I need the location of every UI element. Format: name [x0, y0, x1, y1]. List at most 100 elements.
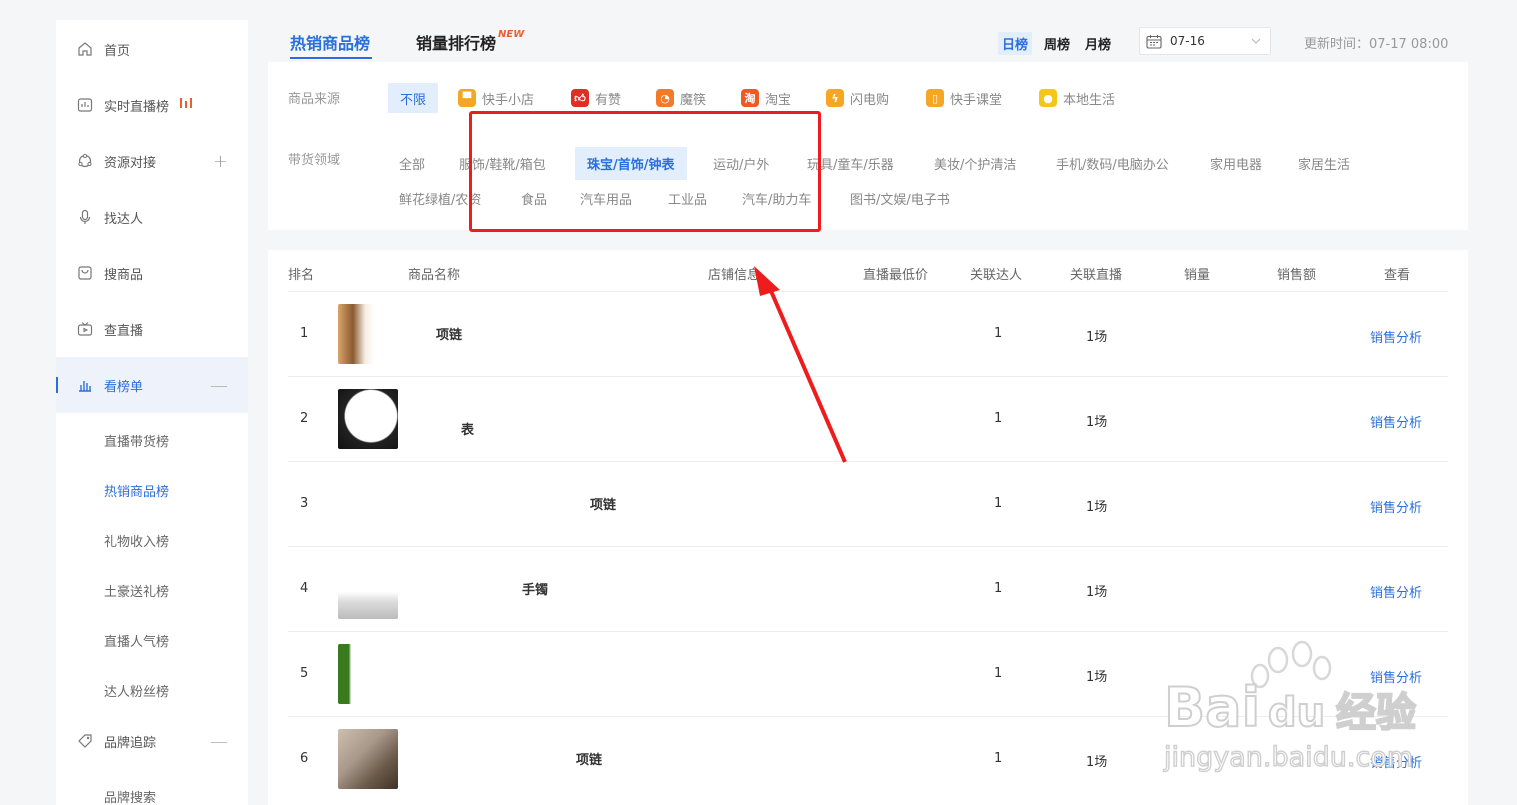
- source-label-text: 魔筷: [680, 92, 707, 108]
- nav-rankings[interactable]: 看榜单 —: [56, 357, 248, 413]
- nav-search-products[interactable]: 搜商品: [56, 245, 248, 301]
- chevron-down-icon: [1251, 38, 1261, 44]
- top-bar: 热销商品榜 销量排行榜 NEW 日榜 周榜 月榜 07-16 更新时间：07-1…: [268, 20, 1468, 62]
- bar-chart-icon: [79, 381, 91, 392]
- nav-realtime-live[interactable]: 实时直播榜: [56, 77, 248, 133]
- sidebar: 首页 实时直播榜 资源对接 + 找达人 搜商品 查直播 看榜单 — 直播带货榜 …: [56, 20, 248, 805]
- svg-text:du: du: [1268, 690, 1325, 736]
- sales-analysis-link[interactable]: 销售分析: [1370, 582, 1422, 601]
- tab-sales-ranking[interactable]: 销量排行榜: [416, 30, 496, 54]
- nav-brand-tracking[interactable]: 品牌追踪 —: [56, 713, 248, 769]
- active-indicator: [56, 377, 58, 393]
- date-value: 07-16: [1170, 34, 1205, 48]
- sales-analysis-link[interactable]: 销售分析: [1370, 327, 1422, 346]
- live-screen-icon: [77, 98, 93, 112]
- product-name[interactable]: 手镯: [522, 579, 548, 598]
- thumbs-up-icon: 👍︎: [571, 89, 589, 107]
- th-view: 查看: [1384, 268, 1411, 283]
- table-row: 3 项链 1 1场 销售分析: [288, 461, 1448, 546]
- source-taobao[interactable]: 淘 淘宝: [741, 83, 791, 113]
- nav-home[interactable]: 首页: [56, 21, 248, 77]
- home-icon: [78, 42, 92, 56]
- period-daily[interactable]: 日榜: [998, 32, 1033, 55]
- nav-check-live[interactable]: 查直播: [56, 301, 248, 357]
- source-label-text: 淘宝: [765, 92, 792, 108]
- shopping-bag-icon: [78, 266, 92, 280]
- row-related-kol: 1: [994, 496, 1003, 511]
- watermark-url: jingyan.baidu.com: [1163, 742, 1413, 773]
- product-thumbnail[interactable]: [338, 644, 398, 704]
- period-weekly[interactable]: 周榜: [1040, 32, 1074, 55]
- product-name[interactable]: 项链: [436, 324, 462, 343]
- source-shandiangou[interactable]: ϟ 闪电购: [826, 83, 889, 113]
- period-monthly[interactable]: 月榜: [1081, 32, 1115, 55]
- expand-plus-icon[interactable]: +: [213, 151, 228, 172]
- new-badge: NEW: [498, 29, 525, 40]
- tag-icon: [78, 734, 92, 748]
- th-related-kol[interactable]: 关联达人: [970, 264, 1022, 283]
- row-rank: 1: [300, 326, 309, 341]
- domain-appliances[interactable]: 家用电器: [1210, 154, 1262, 173]
- domain-beauty[interactable]: 美妆/个护清洁: [934, 154, 1016, 173]
- row-related-live: 1场: [1086, 415, 1108, 430]
- product-name[interactable]: 表: [461, 419, 474, 438]
- row-related-live: 1场: [1086, 330, 1108, 345]
- shop-icon: ▀: [458, 89, 476, 107]
- source-label-text: 快手小店: [482, 92, 535, 108]
- subnav-live-popularity[interactable]: 直播人气榜: [104, 631, 169, 650]
- taobao-icon: 淘: [741, 89, 759, 107]
- subnav-gift-income[interactable]: 礼物收入榜: [104, 531, 169, 550]
- product-thumbnail[interactable]: [338, 559, 398, 619]
- product-name[interactable]: 项链: [576, 749, 602, 768]
- domain-books[interactable]: 图书/文娱/电子书: [850, 189, 950, 208]
- th-related-live[interactable]: 关联直播: [1070, 264, 1122, 283]
- nav-label: 搜商品: [104, 267, 144, 283]
- th-min-price[interactable]: 直播最低价: [863, 264, 928, 283]
- subnav-big-gifters[interactable]: 土豪送礼榜: [104, 581, 169, 600]
- source-mokuai[interactable]: ◔ 魔筷: [656, 83, 706, 113]
- domain-home[interactable]: 家居生活: [1298, 154, 1350, 173]
- domain-digital[interactable]: 手机/数码/电脑办公: [1056, 154, 1169, 173]
- row-rank: 2: [300, 411, 309, 426]
- svg-text:经验: 经验: [1336, 690, 1416, 736]
- sales-analysis-link[interactable]: 销售分析: [1370, 497, 1422, 516]
- source-kuaishou-shop[interactable]: ▀ 快手小店: [458, 83, 534, 113]
- row-rank: 5: [300, 666, 309, 681]
- product-name[interactable]: 项链: [590, 494, 616, 513]
- live-bars-icon: [180, 98, 192, 108]
- collapse-minus-icon[interactable]: —: [210, 375, 228, 396]
- annotation-arrow-icon: [754, 266, 847, 463]
- lightning-bag-icon: ϟ: [826, 89, 844, 107]
- subnav-brand-search[interactable]: 品牌搜索: [104, 787, 156, 805]
- row-related-kol: 1: [994, 411, 1003, 426]
- annotation-highlight-box: [469, 111, 821, 232]
- subnav-live-sales[interactable]: 直播带货榜: [104, 431, 169, 450]
- th-sales-amount[interactable]: 销售额: [1277, 264, 1316, 283]
- nav-label: 首页: [104, 43, 131, 59]
- row-rank: 3: [300, 496, 309, 511]
- th-sales-volume[interactable]: 销量: [1184, 264, 1210, 283]
- active-tab-underline: [290, 57, 372, 59]
- nav-label: 看榜单: [104, 379, 144, 395]
- row-rank: 6: [300, 751, 309, 766]
- date-picker[interactable]: 07-16: [1139, 27, 1271, 55]
- subnav-kol-fans[interactable]: 达人粉丝榜: [104, 681, 169, 700]
- product-thumbnail[interactable]: [338, 304, 398, 364]
- network-icon: [78, 153, 92, 168]
- subnav-hot-products[interactable]: 热销商品榜: [104, 481, 169, 500]
- row-related-kol: 1: [994, 666, 1003, 681]
- source-local-life[interactable]: ● 本地生活: [1039, 83, 1115, 113]
- source-youzan[interactable]: 👍︎ 有赞: [571, 83, 621, 113]
- nav-find-kol[interactable]: 找达人: [56, 189, 248, 245]
- domain-all[interactable]: 全部: [399, 154, 425, 173]
- product-thumbnail[interactable]: [338, 729, 398, 789]
- product-thumbnail[interactable]: [338, 389, 398, 449]
- source-kuaishou-class[interactable]: ▯ 快手课堂: [926, 83, 1002, 113]
- tab-hot-products[interactable]: 热销商品榜: [290, 30, 370, 54]
- source-unlimited[interactable]: 不限: [388, 83, 439, 113]
- collapse-minus-icon[interactable]: —: [210, 731, 228, 752]
- nav-label: 实时直播榜: [104, 99, 170, 115]
- sales-analysis-link[interactable]: 销售分析: [1370, 412, 1422, 431]
- nav-resources[interactable]: 资源对接 +: [56, 133, 248, 189]
- watermark-brand: Bai: [1164, 676, 1260, 739]
